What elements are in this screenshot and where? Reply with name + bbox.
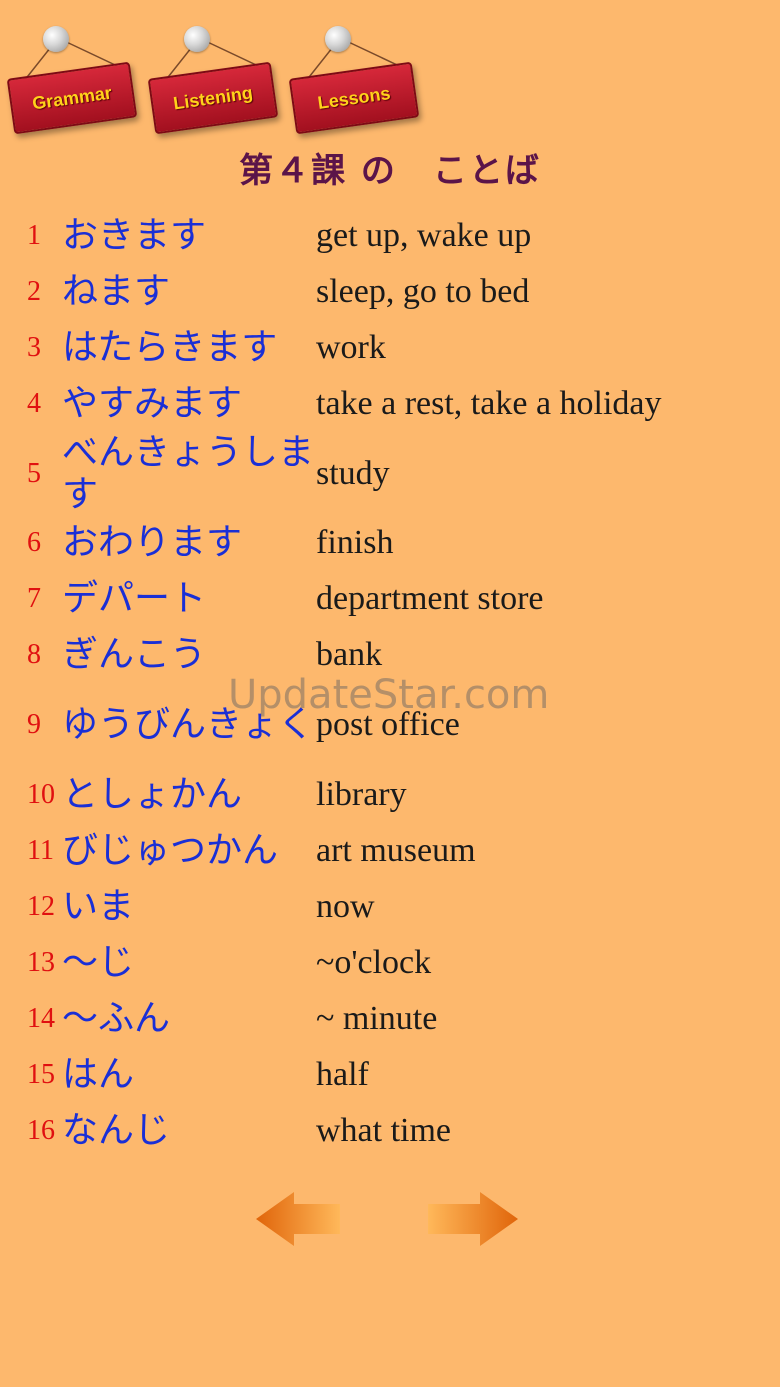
vocab-row: 6 おわります finish <box>0 515 780 571</box>
listening-label: Listening <box>171 82 254 113</box>
english-meaning: sleep, go to bed <box>316 273 530 310</box>
vocab-row: 15 はん half <box>0 1047 780 1103</box>
grammar-label: Grammar <box>30 82 113 113</box>
row-number: 4 <box>27 388 41 419</box>
row-number: 16 <box>27 1115 55 1146</box>
japanese-word: いま <box>62 886 135 927</box>
japanese-word: なんじ <box>62 1110 171 1151</box>
vocab-row: 14 ～ふん ~ minute <box>0 991 780 1047</box>
pin-icon <box>325 26 351 52</box>
row-number: 3 <box>27 332 41 363</box>
english-meaning: take a rest, take a holiday <box>316 385 662 422</box>
english-meaning: department store <box>316 580 544 617</box>
grammar-sign[interactable]: Grammar <box>6 26 138 136</box>
english-meaning: work <box>316 329 386 366</box>
english-meaning: library <box>316 776 407 813</box>
vocab-row: 10 としょかん library <box>0 767 780 823</box>
vocab-row: 4 やすみます take a rest, take a holiday <box>0 376 780 432</box>
japanese-word: おわります <box>62 522 243 563</box>
pin-icon <box>184 26 210 52</box>
vocab-row: 2 ねます sleep, go to bed <box>0 264 780 320</box>
row-number: 7 <box>27 583 41 614</box>
row-number: 5 <box>27 457 41 489</box>
japanese-word: やすみます <box>62 383 243 424</box>
english-meaning: what time <box>316 1112 452 1149</box>
japanese-word: ねます <box>62 271 171 312</box>
row-number: 12 <box>27 891 55 922</box>
page-title: 第４課 の ことば <box>239 151 541 191</box>
english-meaning: half <box>316 1056 369 1093</box>
row-number: 8 <box>27 639 41 670</box>
vocab-row: 7 デパート department store <box>0 571 780 627</box>
lessons-label: Lessons <box>316 82 392 113</box>
english-meaning: finish <box>316 524 394 561</box>
vocab-row: 3 はたらきます work <box>0 320 780 376</box>
english-meaning: bank <box>316 636 383 673</box>
english-meaning: now <box>316 888 375 925</box>
row-number: 14 <box>27 1003 55 1034</box>
row-number: 13 <box>27 947 55 978</box>
english-meaning: ~o'clock <box>316 944 432 981</box>
row-number: 2 <box>27 276 41 307</box>
japanese-word: ～ふん <box>62 998 171 1039</box>
japanese-word: びじゅつかん <box>62 830 279 871</box>
row-number: 15 <box>27 1059 55 1090</box>
japanese-word: おきます <box>62 215 207 256</box>
vocab-row: 12 いま now <box>0 879 780 935</box>
english-meaning: ~ minute <box>316 1000 438 1037</box>
japanese-word: はたらきます <box>62 327 278 368</box>
english-meaning: art museum <box>316 832 476 869</box>
japanese-word: はん <box>62 1054 135 1095</box>
vocab-row: 13 ～じ ~o'clock <box>0 935 780 991</box>
vocab-row: 11 びじゅつかん art museum <box>0 823 780 879</box>
lessons-sign[interactable]: Lessons <box>288 26 420 136</box>
listening-sign[interactable]: Listening <box>147 26 279 136</box>
arrow-left-icon[interactable] <box>256 1190 348 1248</box>
row-number: 10 <box>27 779 55 810</box>
pin-icon <box>43 26 69 52</box>
row-number: 1 <box>27 220 41 251</box>
vocab-row: 5 べんきょうします study <box>0 432 780 515</box>
japanese-word: としょかん <box>62 774 243 815</box>
vocab-row: 16 なんじ what time <box>0 1103 780 1159</box>
arrow-right-icon[interactable] <box>426 1190 518 1248</box>
japanese-word: ぎんこう <box>62 634 207 675</box>
english-meaning: study <box>316 454 390 492</box>
japanese-word: ～じ <box>62 942 135 983</box>
japanese-word: べんきょうします <box>62 431 315 515</box>
japanese-word: デパート <box>62 578 207 619</box>
watermark: UpdateStar.com <box>228 672 550 718</box>
vocab-row: 1 おきます get up, wake up <box>0 208 780 264</box>
english-meaning: get up, wake up <box>316 217 532 254</box>
row-number: 11 <box>27 835 54 866</box>
row-number: 9 <box>27 709 41 740</box>
row-number: 6 <box>27 527 41 558</box>
